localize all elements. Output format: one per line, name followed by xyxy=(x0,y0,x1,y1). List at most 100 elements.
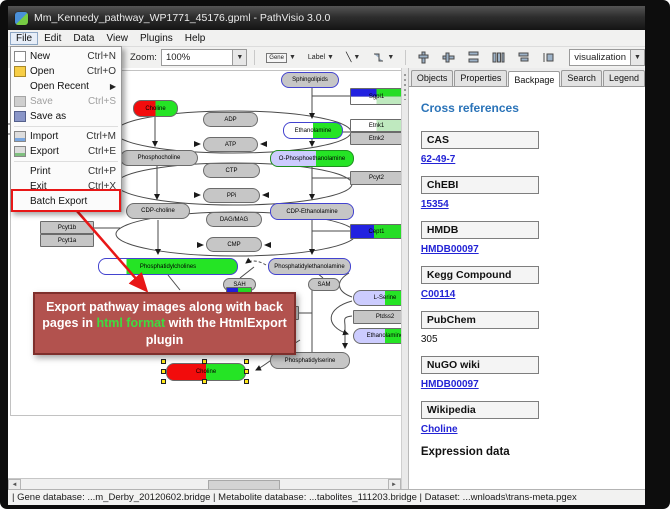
panel-splitter[interactable] xyxy=(401,68,409,490)
metabolite-node[interactable]: Phosphocholine xyxy=(120,150,198,166)
expression-data-heading: Expression data xyxy=(421,446,633,458)
order-button[interactable] xyxy=(538,48,559,67)
menu-view[interactable]: View xyxy=(100,32,134,45)
app-icon xyxy=(15,12,28,25)
menu-help[interactable]: Help xyxy=(179,32,212,45)
side-panel: Objects Properties Backpage Search Legen… xyxy=(409,68,645,490)
distribute-horizontal-button[interactable] xyxy=(488,48,509,67)
stack-button[interactable] xyxy=(513,48,534,67)
file-menu-popup: New Ctrl+N Open Ctrl+O Open Recent ▶ Sav… xyxy=(10,46,122,212)
metabolite-node[interactable]: ADP xyxy=(203,112,258,127)
submenu-arrow-icon: ▶ xyxy=(110,82,116,91)
menu-item-open[interactable]: Open Ctrl+O xyxy=(11,64,121,79)
metabolite-node[interactable]: Ethanolamine xyxy=(353,328,401,344)
gene-node[interactable]: Cept1 xyxy=(350,224,401,239)
status-bar: | Gene database: ...m_Derby_20120602.bri… xyxy=(8,489,645,505)
ref-link[interactable]: HMDB00097 xyxy=(421,244,479,255)
gene-node[interactable]: Etnk1 xyxy=(350,119,401,132)
metabolite-node[interactable]: CDP-choline xyxy=(126,203,190,219)
gene-tool-caret-icon[interactable]: ▼ xyxy=(289,54,296,61)
selection-handle[interactable] xyxy=(161,379,166,384)
label-tool-caret-icon[interactable]: ▼ xyxy=(327,54,334,61)
ref-link[interactable]: HMDB00097 xyxy=(421,379,479,390)
metabolite-node[interactable]: Phosphatidylcholines xyxy=(98,258,238,275)
gene-node[interactable]: Ptdss2 xyxy=(353,310,401,324)
align-horizontal-center-button[interactable] xyxy=(438,48,459,67)
label-tool-button[interactable]: Label ▼ xyxy=(304,48,338,67)
selection-handle[interactable] xyxy=(202,379,207,384)
annotation-highlight: html format xyxy=(96,316,165,330)
menu-item-new[interactable]: New Ctrl+N xyxy=(11,49,121,64)
menu-bar: File Edit Data View Plugins Help xyxy=(8,30,645,47)
menu-item-print[interactable]: Print Ctrl+P xyxy=(11,164,121,179)
metabolite-node[interactable]: Ethanolamine xyxy=(283,122,343,139)
gene-node[interactable]: Pcyt2 xyxy=(350,171,401,185)
distribute-vertical-button[interactable] xyxy=(463,48,484,67)
visualization-value: visualization xyxy=(570,52,630,63)
gene-node[interactable]: Pcyt1a xyxy=(40,234,94,247)
ref-link[interactable]: Choline xyxy=(421,424,458,435)
gene-node[interactable]: Pcyt1b xyxy=(40,221,94,234)
selection-handle[interactable] xyxy=(202,359,207,364)
menu-item-import[interactable]: Import Ctrl+M xyxy=(11,129,121,144)
tab-legend[interactable]: Legend xyxy=(603,70,645,86)
pathvisio-window: Mm_Kennedy_pathway_WP1771_45176.gpml - P… xyxy=(8,6,645,505)
ref-db-header: HMDB xyxy=(421,221,539,239)
export-icon xyxy=(14,146,26,157)
tab-objects[interactable]: Objects xyxy=(411,70,454,86)
tab-backpage[interactable]: Backpage xyxy=(508,71,560,87)
tab-search[interactable]: Search xyxy=(561,70,602,86)
align-vertical-center-button[interactable] xyxy=(413,48,434,67)
metabolite-node[interactable]: CDP-Ethanolamine xyxy=(270,203,354,220)
menu-plugins[interactable]: Plugins xyxy=(134,32,179,45)
metabolite-node[interactable]: L-Serine xyxy=(353,290,401,306)
ref-link[interactable]: 62-49-7 xyxy=(421,154,455,165)
line-tool-button[interactable]: ╲ ▼ xyxy=(342,48,364,67)
selection-handle[interactable] xyxy=(161,369,166,374)
gene-node[interactable]: Sgpl1 xyxy=(350,88,401,105)
metabolite-node[interactable]: CMP xyxy=(206,237,262,252)
menu-item-open-recent[interactable]: Open Recent ▶ xyxy=(11,79,121,94)
zoom-value: 100% xyxy=(162,52,232,63)
ref-link[interactable]: 15354 xyxy=(421,199,449,210)
metabolite-node[interactable]: Sphingolipids xyxy=(281,72,339,88)
selection-handle[interactable] xyxy=(244,369,249,374)
selection-handle[interactable] xyxy=(244,379,249,384)
ref-db-header: PubChem xyxy=(421,311,539,329)
tab-properties[interactable]: Properties xyxy=(454,70,507,86)
align-vertical-center-icon xyxy=(417,51,430,64)
save-as-floppy-icon xyxy=(14,111,26,122)
save-floppy-icon xyxy=(14,96,26,107)
connector-tool-caret-icon[interactable]: ▼ xyxy=(387,54,394,61)
visualization-dropdown-icon[interactable]: ▼ xyxy=(630,50,644,65)
metabolite-node[interactable]: DAG/MAG xyxy=(206,212,262,227)
metabolite-node[interactable]: Phosphatidylethanolamine xyxy=(268,258,351,275)
metabolite-node[interactable]: O-Phosphoethanolamine xyxy=(270,150,354,167)
menu-file[interactable]: File xyxy=(10,32,38,45)
gene-tool-button[interactable]: Gene ▼ xyxy=(262,48,300,67)
selection-handle[interactable] xyxy=(244,359,249,364)
selection-handle[interactable] xyxy=(161,359,166,364)
menu-item-save-as[interactable]: Save as xyxy=(11,109,121,124)
menu-item-export[interactable]: Export Ctrl+E xyxy=(11,144,121,159)
zoom-dropdown-icon[interactable]: ▼ xyxy=(232,50,246,65)
side-panel-tabs: Objects Properties Backpage Search Legen… xyxy=(409,68,645,86)
align-horizontal-center-icon xyxy=(442,51,455,64)
metabolite-node[interactable]: ATP xyxy=(203,137,258,152)
ref-link[interactable]: C00114 xyxy=(421,289,455,300)
metabolite-node[interactable]: PPi xyxy=(203,188,260,203)
line-tool-caret-icon[interactable]: ▼ xyxy=(353,54,360,61)
metabolite-node[interactable]: CTP xyxy=(203,163,260,178)
metabolite-node[interactable]: SAM xyxy=(308,278,340,291)
menu-item-save[interactable]: Save Ctrl+S xyxy=(11,94,121,109)
gene-node[interactable]: Etnk2 xyxy=(350,132,401,145)
title-bar[interactable]: Mm_Kennedy_pathway_WP1771_45176.gpml - P… xyxy=(8,6,645,30)
batch-export-highlight-box xyxy=(11,189,121,212)
zoom-combobox[interactable]: 100% ▼ xyxy=(161,49,247,66)
metabolite-node[interactable]: Choline xyxy=(133,100,178,117)
menu-edit[interactable]: Edit xyxy=(38,32,67,45)
connector-tool-icon xyxy=(372,51,385,64)
connector-tool-button[interactable]: ▼ xyxy=(368,48,398,67)
menu-data[interactable]: Data xyxy=(67,32,100,45)
visualization-combobox[interactable]: visualization ▼ xyxy=(569,49,645,66)
